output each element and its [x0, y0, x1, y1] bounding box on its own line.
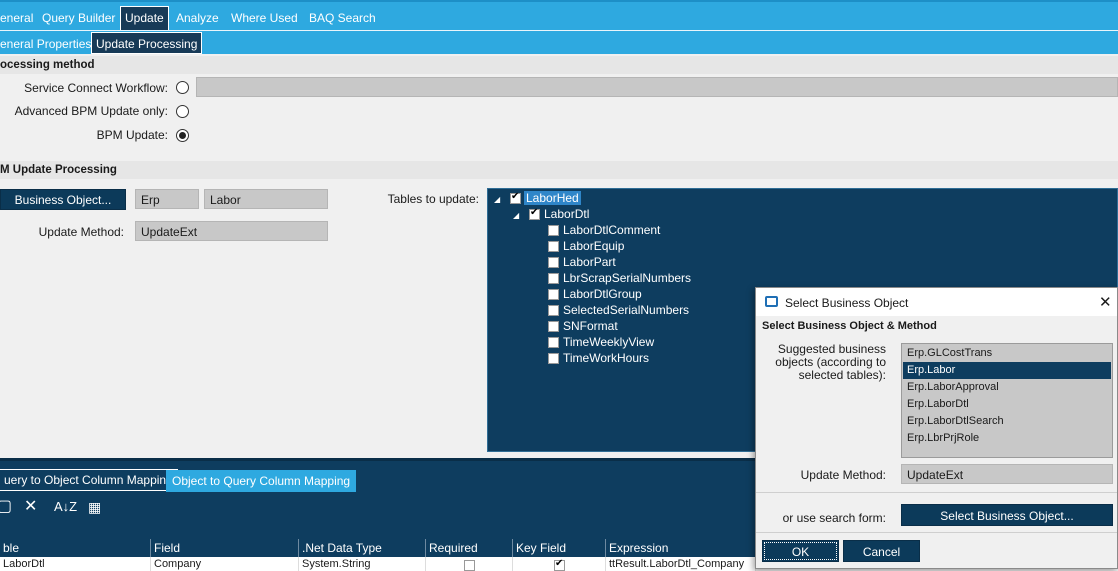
- search-form-label: or use search form:: [782, 511, 886, 525]
- suggested-label: Suggested business objects (according to…: [775, 343, 886, 382]
- tree-node[interactable]: LaborDtlGroup: [563, 287, 642, 301]
- dialog-title-bar: Select Business Object ✕: [756, 288, 1117, 316]
- tree-node[interactable]: TimeWeeklyView: [563, 335, 654, 349]
- select-business-object-dialog: Select Business Object ✕ Select Business…: [755, 287, 1118, 569]
- business-object-button[interactable]: Business Object...: [0, 189, 126, 210]
- tree-node[interactable]: SNFormat: [563, 319, 618, 333]
- tree-checkbox[interactable]: [548, 305, 559, 316]
- tree-checkbox[interactable]: [548, 289, 559, 300]
- suggested-label-line: Suggested business: [777, 342, 886, 356]
- dialog-update-method-field: UpdateExt: [901, 464, 1113, 484]
- tree-node[interactable]: LbrScrapSerialNumbers: [563, 271, 691, 285]
- tab-update-processing[interactable]: Update Processing: [91, 32, 203, 54]
- tree-node[interactable]: LaborDtl: [544, 207, 589, 221]
- service-connect-label: Service Connect Workflow:: [24, 81, 168, 95]
- advanced-bpm-label: Advanced BPM Update only:: [14, 104, 168, 118]
- tree-node[interactable]: LaborHed: [524, 191, 581, 205]
- processing-method-panel: Service Connect Workflow: Advanced BPM U…: [0, 74, 1118, 154]
- cancel-button[interactable]: Cancel: [843, 540, 920, 562]
- dialog-update-method-label: Update Method:: [800, 468, 886, 482]
- tab-update[interactable]: Update: [120, 6, 169, 30]
- window-icon: [765, 296, 778, 307]
- update-method-field: UpdateExt: [135, 221, 328, 241]
- column-header-key-field[interactable]: Key Field: [513, 539, 606, 557]
- tree-checkbox[interactable]: [548, 241, 559, 252]
- column-header-table[interactable]: ble: [0, 539, 151, 557]
- list-item[interactable]: Erp.LaborApproval: [903, 379, 1111, 396]
- tree-node[interactable]: LaborPart: [563, 255, 616, 269]
- processing-method-header: ocessing method: [0, 56, 1118, 74]
- list-item[interactable]: Erp.LbrPrjRole: [903, 430, 1111, 447]
- tab-general[interactable]: eneral: [0, 11, 33, 25]
- tab-query-builder[interactable]: Query Builder: [42, 11, 115, 25]
- tables-to-update-label: Tables to update:: [387, 192, 479, 206]
- business-object-prefix-field: Erp: [135, 189, 199, 209]
- column-header-required[interactable]: Required: [426, 539, 513, 557]
- service-connect-workflow-field: [196, 77, 1118, 97]
- tree-node[interactable]: TimeWorkHours: [563, 351, 649, 365]
- tab-object-to-query-mapping[interactable]: Object to Query Column Mapping: [166, 470, 357, 492]
- top-tab-bar: eneral Query Builder Update Analyze Wher…: [0, 0, 1118, 30]
- list-item[interactable]: Erp.LaborDtl: [903, 396, 1111, 413]
- bpm-update-header: M Update Processing: [0, 161, 1118, 179]
- select-business-object-button[interactable]: Select Business Object...: [901, 504, 1113, 526]
- tree-node[interactable]: LaborEquip: [563, 239, 624, 253]
- collapse-caret-icon[interactable]: ◢: [494, 195, 500, 204]
- tree-checkbox[interactable]: [548, 257, 559, 268]
- list-item-selected[interactable]: Erp.Labor: [903, 362, 1111, 379]
- advanced-bpm-radio[interactable]: [176, 105, 189, 118]
- dialog-subtitle: Select Business Object & Method: [762, 320, 937, 332]
- collapse-caret-icon[interactable]: ◢: [513, 211, 519, 220]
- service-connect-radio[interactable]: [176, 81, 189, 94]
- ok-button[interactable]: OK: [762, 540, 839, 562]
- tree-checkbox[interactable]: [548, 337, 559, 348]
- tab-analyze[interactable]: Analyze: [176, 11, 219, 25]
- tab-general-properties[interactable]: eneral Properties: [0, 37, 91, 51]
- list-item[interactable]: Erp.GLCostTrans: [903, 345, 1111, 362]
- sort-icon[interactable]: A↓Z: [54, 499, 77, 515]
- column-header-field[interactable]: Field: [151, 539, 299, 557]
- tree-checkbox[interactable]: [529, 207, 540, 220]
- tab-where-used[interactable]: Where Used: [231, 11, 298, 25]
- bpm-update-radio[interactable]: [176, 129, 189, 142]
- required-checkbox[interactable]: [464, 560, 475, 571]
- grid-edit-icon[interactable]: ▦: [88, 499, 101, 515]
- column-header-expression[interactable]: Expression: [606, 539, 756, 557]
- tree-checkbox[interactable]: [548, 321, 559, 332]
- sub-tab-bar: eneral Properties Update Processing: [0, 30, 1118, 54]
- tab-query-to-object-mapping[interactable]: uery to Object Column Mapping: [0, 469, 178, 491]
- tree-checkbox[interactable]: [548, 225, 559, 236]
- update-method-label: Update Method:: [38, 225, 124, 239]
- business-object-list[interactable]: Erp.GLCostTrans Erp.Labor Erp.LaborAppro…: [901, 343, 1113, 458]
- tree-checkbox[interactable]: [510, 191, 521, 204]
- tree-checkbox[interactable]: [548, 353, 559, 364]
- business-object-name-field: Labor: [204, 189, 328, 209]
- tree-node[interactable]: LaborDtlComment: [563, 223, 660, 237]
- key-field-checkbox[interactable]: [554, 558, 565, 571]
- tree-node[interactable]: SelectedSerialNumbers: [563, 303, 689, 317]
- suggested-label-line: objects (according to: [775, 355, 886, 369]
- close-icon[interactable]: ✕: [1099, 293, 1112, 311]
- delete-icon[interactable]: ✕: [24, 499, 37, 515]
- new-row-icon[interactable]: ▢: [0, 499, 12, 515]
- divider: [756, 492, 1117, 493]
- dialog-title: Select Business Object: [785, 296, 909, 310]
- column-header-data-type[interactable]: .Net Data Type: [299, 539, 426, 557]
- divider: [756, 532, 1117, 533]
- list-item[interactable]: Erp.LaborDtlSearch: [903, 413, 1111, 430]
- suggested-label-line: selected tables):: [798, 368, 886, 382]
- tree-checkbox[interactable]: [548, 273, 559, 284]
- bpm-update-label: BPM Update:: [96, 128, 168, 142]
- tab-baq-search[interactable]: BAQ Search: [309, 11, 376, 25]
